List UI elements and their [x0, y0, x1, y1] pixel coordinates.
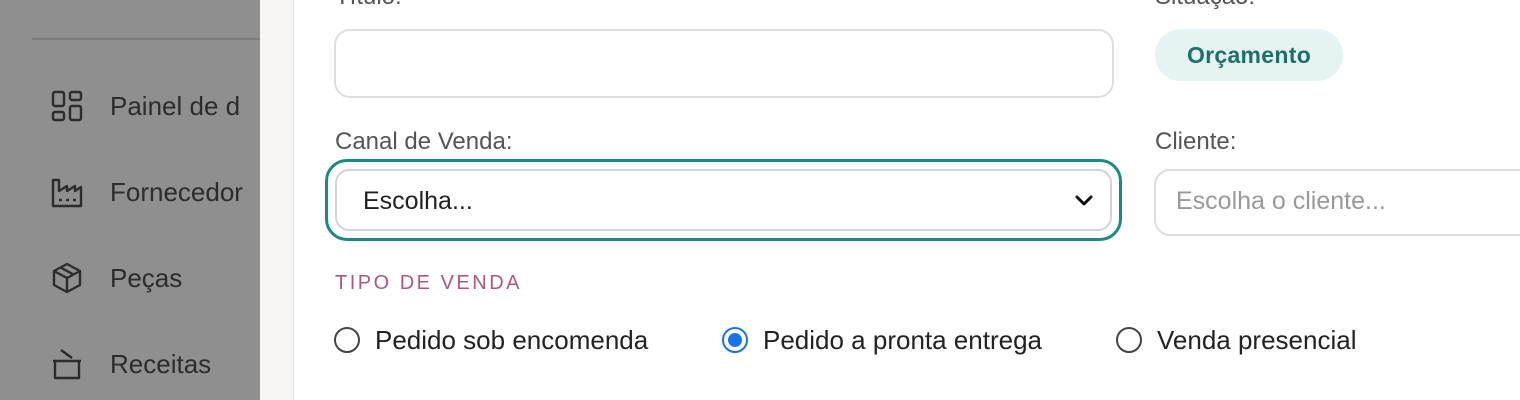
sidebar-item-pecas[interactable]: Peças: [48, 258, 182, 298]
sidebar-item-label: Peças: [110, 262, 183, 293]
canal-select-value: Escolha...: [363, 187, 473, 215]
sidebar-item-label: Fornecedor: [110, 176, 243, 207]
radio-label: Pedido sob encomenda: [375, 324, 649, 355]
cliente-input[interactable]: Escolha o cliente...: [1154, 169, 1520, 236]
box-icon: [48, 259, 86, 297]
situacao-badge: Orçamento: [1155, 29, 1343, 81]
sidebar-item-label: Painel de d: [110, 90, 241, 121]
radio-circle[interactable]: [334, 327, 360, 353]
sidebar-item-label: Receitas: [110, 348, 212, 379]
sidebar-divider: [32, 38, 260, 40]
cliente-label: Cliente:: [1155, 128, 1237, 155]
bowl-icon: [48, 345, 86, 383]
factory-icon: [48, 173, 86, 211]
canal-select[interactable]: Escolha...: [335, 169, 1112, 231]
titulo-input[interactable]: [334, 29, 1114, 98]
sidebar-item-painel[interactable]: Painel de d: [48, 86, 240, 126]
cliente-placeholder: Escolha o cliente...: [1176, 187, 1386, 215]
radio-label: Pedido a pronta entrega: [763, 324, 1042, 355]
radio-dot: [728, 333, 742, 347]
situacao-label: Situação:: [1155, 0, 1255, 11]
canal-label: Canal de Venda:: [335, 128, 513, 155]
radio-venda-presencial[interactable]: Venda presencial: [1116, 325, 1356, 355]
radio-label: Venda presencial: [1157, 324, 1357, 355]
chevron-down-icon: [1072, 189, 1096, 213]
tipo-venda-heading: TIPO DE VENDA: [335, 272, 522, 294]
radio-circle-checked[interactable]: [722, 327, 748, 353]
radio-pedido-sob-encomenda[interactable]: Pedido sob encomenda: [334, 325, 648, 355]
dashboard-icon: [48, 87, 86, 125]
radio-circle[interactable]: [1116, 327, 1142, 353]
sidebar: Painel de d Fornecedor Peças Receitas: [0, 0, 260, 400]
sidebar-item-fornecedores[interactable]: Fornecedor: [48, 172, 243, 212]
sidebar-item-receitas[interactable]: Receitas: [48, 344, 211, 384]
radio-pedido-pronta-entrega[interactable]: Pedido a pronta entrega: [722, 325, 1042, 355]
titulo-label: Título:: [335, 0, 402, 11]
